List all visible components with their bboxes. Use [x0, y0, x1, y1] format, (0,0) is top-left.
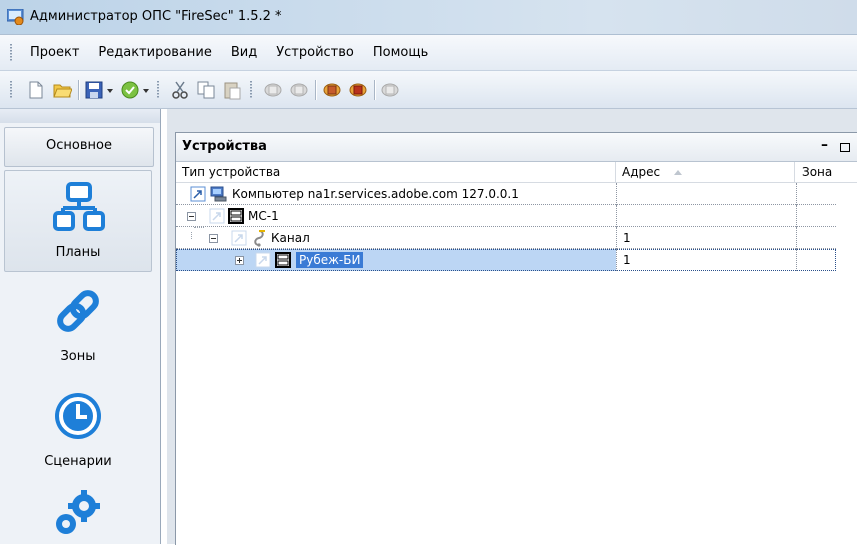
- nav-group-title: Основное: [46, 138, 112, 153]
- sort-ascending-icon: [674, 170, 682, 175]
- menu-bar: Проект Редактирование Вид Устройство Пом…: [0, 35, 857, 71]
- menu-help[interactable]: Помощь: [373, 45, 428, 60]
- toolbar-separator: [315, 80, 316, 100]
- title-bar: Администратор ОПС "FireSec" 1.5.2 *: [0, 0, 857, 35]
- column-header-row: Тип устройства Адрес Зона: [176, 162, 857, 183]
- tree-row[interactable]: Компьютер na1r.services.adobe.com 127.0.…: [176, 183, 836, 205]
- device-name: МС-1: [248, 209, 279, 223]
- menu-view[interactable]: Вид: [231, 45, 257, 60]
- channel-icon: [254, 230, 265, 247]
- device-connect-icon[interactable]: [322, 80, 342, 100]
- save-icon[interactable]: [84, 80, 104, 100]
- devices-panel-title: Устройства: [182, 139, 267, 154]
- left-panel-grip[interactable]: [0, 109, 160, 123]
- column-header-address[interactable]: Адрес: [622, 165, 660, 179]
- menu-edit[interactable]: Редактирование: [98, 45, 211, 60]
- column-header-zone[interactable]: Зона: [802, 165, 832, 179]
- toolbar-grip[interactable]: [250, 81, 252, 99]
- toolbar-separator: [374, 80, 375, 100]
- nav-item-scenarios[interactable]: Сценарии: [4, 380, 152, 482]
- nav-item-zones[interactable]: Зоны: [4, 275, 152, 377]
- copy-icon[interactable]: [196, 80, 216, 100]
- device-write-icon[interactable]: [289, 80, 309, 100]
- new-file-icon[interactable]: [26, 80, 46, 100]
- nav-item-settings[interactable]: [4, 482, 152, 544]
- toolbar: [0, 71, 857, 109]
- device-name: Канал: [271, 231, 310, 245]
- open-folder-icon[interactable]: [52, 80, 72, 100]
- module-icon: [228, 208, 244, 224]
- menu-project[interactable]: Проект: [30, 45, 79, 60]
- validate-check-icon[interactable]: [120, 80, 140, 100]
- firesec-app-icon: [7, 9, 24, 25]
- window-title: Администратор ОПС "FireSec" 1.5.2 *: [30, 9, 282, 24]
- expand-toggle-icon[interactable]: [235, 256, 244, 265]
- tree-row[interactable]: МС-1: [176, 205, 836, 227]
- nav-item-label: Зоны: [60, 349, 96, 364]
- collapse-toggle-icon[interactable]: [187, 212, 196, 221]
- device-address: 1: [623, 231, 631, 245]
- main-area: Устройства – Тип устройства Адрес Зона К…: [167, 109, 857, 545]
- computer-icon: [210, 186, 227, 202]
- left-nav-panel: Основное Планы Зоны Сценарии: [0, 109, 161, 544]
- device-read-icon[interactable]: [263, 80, 283, 100]
- empty-area: [796, 271, 797, 545]
- toolbar-grip[interactable]: [10, 81, 12, 99]
- plans-network-icon: [53, 182, 105, 231]
- toolbar-grip[interactable]: [157, 81, 159, 99]
- device-status-icon[interactable]: [380, 80, 400, 100]
- device-disconnect-icon[interactable]: [348, 80, 368, 100]
- collapse-toggle-icon[interactable]: [209, 234, 218, 243]
- nav-group-header[interactable]: Основное: [4, 127, 154, 167]
- tree-row-selected[interactable]: Рубеж-БИ 1: [176, 249, 836, 271]
- nav-item-label: Сценарии: [44, 454, 112, 469]
- device-name: Компьютер na1r.services.adobe.com 127.0.…: [232, 187, 519, 201]
- menu-device[interactable]: Устройство: [276, 45, 354, 60]
- device-address: 1: [623, 253, 631, 267]
- dropdown-arrow-icon[interactable]: [141, 80, 151, 100]
- module-icon: [275, 252, 291, 268]
- shortcut-arrow-faded-icon: [255, 252, 271, 268]
- toolbar-separator: [78, 80, 79, 100]
- scenarios-clock-icon: [55, 393, 101, 439]
- menu-grip[interactable]: [10, 44, 12, 62]
- minimize-icon[interactable]: –: [821, 137, 828, 153]
- column-divider[interactable]: [794, 162, 795, 182]
- devices-panel-header: Устройства –: [176, 133, 857, 162]
- tree-row[interactable]: Канал 1: [176, 227, 836, 249]
- shortcut-arrow-faded-icon: [209, 208, 225, 224]
- maximize-icon[interactable]: [840, 143, 850, 152]
- nav-item-label: Планы: [55, 245, 101, 260]
- device-name: Рубеж-БИ: [296, 252, 364, 268]
- nav-item-plans[interactable]: Планы: [4, 170, 152, 272]
- cut-icon[interactable]: [170, 80, 190, 100]
- paste-icon[interactable]: [222, 80, 242, 100]
- settings-gears-icon: [56, 490, 100, 534]
- dropdown-arrow-icon[interactable]: [105, 80, 115, 100]
- shortcut-arrow-faded-icon: [231, 230, 247, 246]
- devices-panel: Устройства – Тип устройства Адрес Зона К…: [175, 132, 857, 545]
- shortcut-arrow-icon: [190, 186, 206, 202]
- column-divider[interactable]: [615, 162, 616, 182]
- column-header-type[interactable]: Тип устройства: [182, 165, 280, 179]
- zones-link-icon: [57, 290, 99, 332]
